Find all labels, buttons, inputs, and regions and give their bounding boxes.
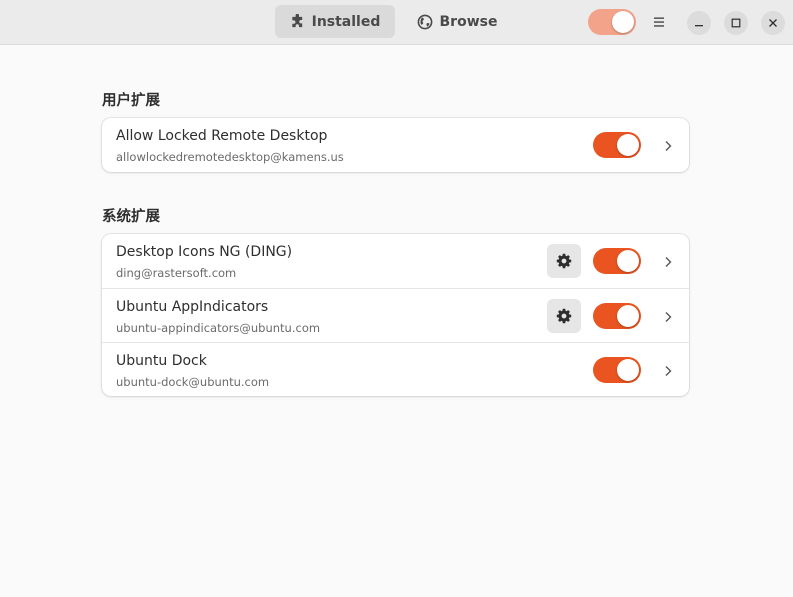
toggle-knob <box>617 134 639 156</box>
extension-name: Ubuntu AppIndicators <box>116 299 269 315</box>
extension-name: Allow Locked Remote Desktop <box>116 128 328 144</box>
extension-uuid: ubuntu-dock@ubuntu.com <box>116 375 270 389</box>
tab-installed[interactable]: Installed <box>275 5 395 38</box>
minimize-button[interactable] <box>687 11 711 35</box>
extension-row[interactable]: Ubuntu Dock ubuntu-dock@ubuntu.com <box>102 342 689 396</box>
extension-settings-button[interactable] <box>547 299 581 333</box>
tab-label: Installed <box>311 13 381 30</box>
maximize-button[interactable] <box>724 11 748 35</box>
chevron-right-icon[interactable] <box>661 363 675 377</box>
maximize-icon <box>731 18 741 28</box>
gear-icon <box>556 253 572 269</box>
extension-row[interactable]: Desktop Icons NG (DING) ding@rastersoft.… <box>102 234 689 288</box>
extension-uuid: ubuntu-appindicators@ubuntu.com <box>116 321 321 335</box>
close-button[interactable] <box>761 11 785 35</box>
minimize-icon <box>695 25 703 27</box>
extension-toggle[interactable] <box>593 357 641 383</box>
gear-icon <box>556 308 572 324</box>
section-title-user: 用户扩展 <box>102 93 160 109</box>
extension-toggle[interactable] <box>593 303 641 329</box>
toggle-knob <box>612 11 634 33</box>
header-bar: Installed Browse <box>0 0 793 45</box>
system-extensions-list: Desktop Icons NG (DING) ding@rastersoft.… <box>102 234 689 396</box>
toggle-knob <box>617 305 639 327</box>
close-icon <box>769 19 777 27</box>
extension-uuid: allowlockedremotedesktop@kamens.us <box>116 150 344 164</box>
extension-toggle[interactable] <box>593 132 641 158</box>
extension-uuid: ding@rastersoft.com <box>116 266 237 280</box>
extension-row[interactable]: Ubuntu AppIndicators ubuntu-appindicator… <box>102 288 689 342</box>
globe-icon <box>417 14 433 30</box>
hamburger-menu-icon[interactable] <box>651 14 667 30</box>
tab-browse[interactable]: Browse <box>410 5 504 38</box>
chevron-right-icon[interactable] <box>661 309 675 323</box>
toggle-knob <box>617 250 639 272</box>
puzzle-piece-icon <box>290 14 305 29</box>
toggle-knob <box>617 359 639 381</box>
user-extensions-list: Allow Locked Remote Desktop allowlockedr… <box>102 118 689 172</box>
section-title-system: 系统扩展 <box>102 209 160 225</box>
tab-label: Browse <box>439 13 498 30</box>
extension-name: Desktop Icons NG (DING) <box>116 244 293 260</box>
extension-toggle[interactable] <box>593 248 641 274</box>
extension-settings-button[interactable] <box>547 244 581 278</box>
global-extensions-toggle[interactable] <box>588 9 636 35</box>
extension-name: Ubuntu Dock <box>116 353 207 369</box>
chevron-right-icon[interactable] <box>661 138 675 152</box>
chevron-right-icon[interactable] <box>661 254 675 268</box>
extension-row[interactable]: Allow Locked Remote Desktop allowlockedr… <box>102 118 689 172</box>
